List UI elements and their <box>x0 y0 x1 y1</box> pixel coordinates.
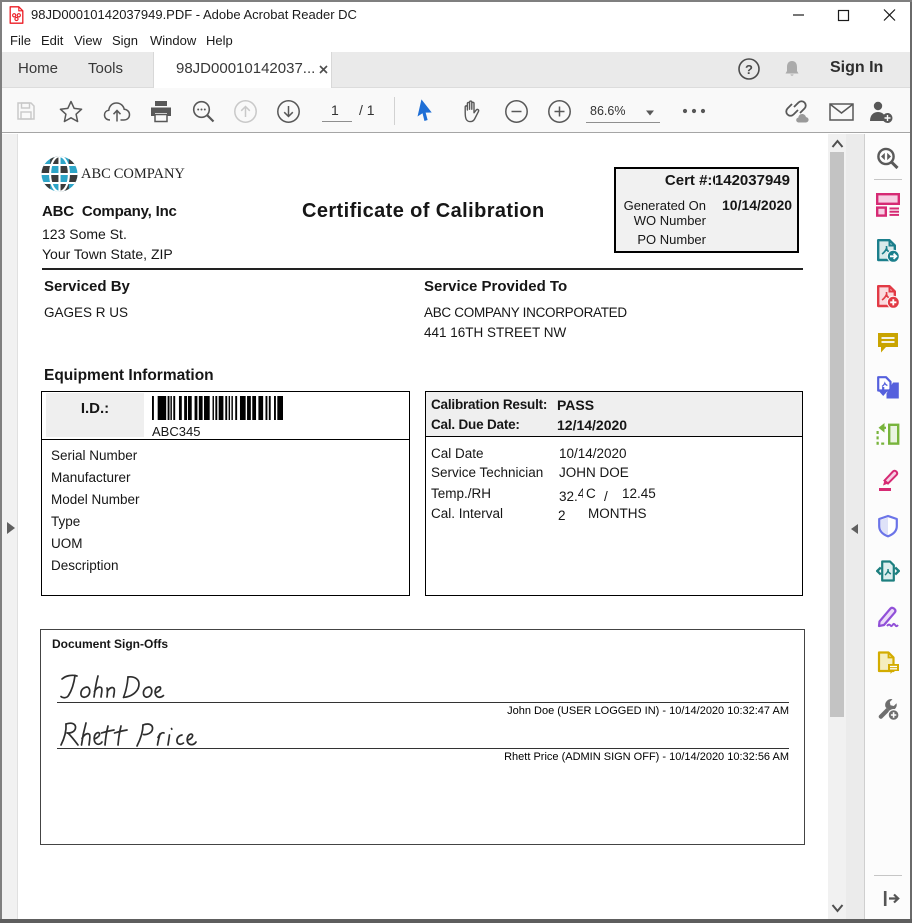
svg-text:?: ? <box>745 62 753 77</box>
